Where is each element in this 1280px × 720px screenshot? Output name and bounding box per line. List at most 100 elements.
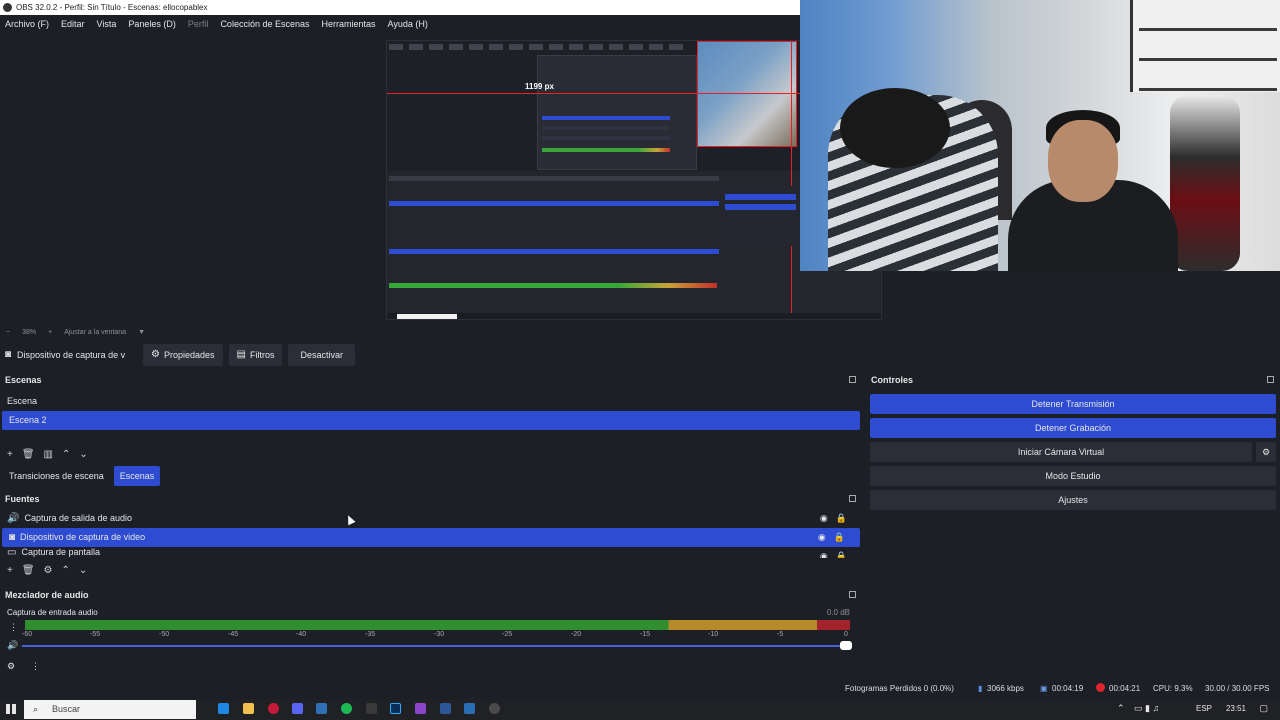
controls-dock: Controles Detener Transmisión Detener Gr… <box>866 372 1280 677</box>
obs-icon[interactable] <box>489 703 500 714</box>
menu-editar[interactable]: Editar <box>61 19 85 29</box>
properties-label: Propiedades <box>163 350 215 360</box>
stop-stream-button[interactable]: Detener Transmisión <box>870 394 1276 414</box>
discord-icon[interactable] <box>292 703 303 714</box>
move-down-icon[interactable]: ⌄ <box>79 565 87 576</box>
chevron-down-icon[interactable]: ▼ <box>138 329 145 336</box>
move-up-icon[interactable]: ⌃ <box>62 449 70 460</box>
mixer-settings-icon[interactable]: ⚙ <box>7 661 15 672</box>
fps: 30.00 / 30.00 FPS <box>1205 684 1270 693</box>
steam-icon[interactable] <box>316 703 327 714</box>
scene-item-selected[interactable]: Escena 2 <box>2 411 860 430</box>
record-time: 00:04:21 <box>1109 684 1141 693</box>
visibility-eye-icon[interactable]: ◉ <box>820 509 828 528</box>
nested-controls <box>723 186 798 246</box>
windows-start-icon[interactable] <box>6 704 16 714</box>
webcam-source[interactable] <box>800 0 1280 271</box>
notification-icon[interactable]: ▢ <box>1259 703 1268 714</box>
lock-icon[interactable]: 🔒 <box>834 528 845 547</box>
menu-ayuda[interactable]: Ayuda (H) <box>388 19 428 29</box>
move-up-icon[interactable]: ⌃ <box>62 565 70 576</box>
taskbar-search[interactable]: ⌕ Buscar <box>24 700 196 719</box>
copilot-icon[interactable] <box>218 703 229 714</box>
move-down-icon[interactable]: ⌄ <box>79 449 87 460</box>
scenes-toolbar: + 🗑 ▥ ⌃ ⌄ <box>0 444 862 464</box>
studio-mode-button[interactable]: Modo Estudio <box>870 466 1276 486</box>
webcam-shelf <box>1130 0 1280 92</box>
nested-taskbar-search <box>397 314 457 319</box>
photoshop-icon[interactable] <box>390 703 401 714</box>
source-properties-icon[interactable]: ⚙ <box>44 565 53 576</box>
source-item-selected[interactable]: ◙ Dispositivo de captura de video ◉ 🔒 <box>2 528 860 547</box>
scene-item[interactable]: Escena <box>0 392 862 411</box>
mixer-title: Mezclador de audio <box>0 587 862 603</box>
properties-button[interactable]: ⚙ Propiedades <box>143 344 223 366</box>
start-virtual-camera-button[interactable]: Iniciar Cámara Virtual <box>870 442 1252 462</box>
menu-vista[interactable]: Vista <box>97 19 117 29</box>
word-icon[interactable] <box>440 703 451 714</box>
dropped-frames: Fotogramas Perdidos 0 (0.0%) <box>845 684 954 693</box>
monitor-icon: ▭ <box>7 547 17 558</box>
settings-button[interactable]: Ajustes <box>870 490 1276 510</box>
delete-icon[interactable]: 🗑 <box>22 449 35 460</box>
mute-speaker-icon[interactable]: 🔊 <box>7 640 18 651</box>
search-placeholder: Buscar <box>52 704 81 714</box>
undock-icon[interactable] <box>849 495 856 502</box>
undock-icon[interactable] <box>849 591 856 598</box>
volume-slider-handle[interactable] <box>840 641 852 650</box>
fit-window-label[interactable]: Ajustar a la ventana <box>64 329 126 336</box>
app-icon[interactable] <box>366 703 377 714</box>
source-item[interactable]: 🔊 Captura de salida de audio ◉ 🔒 <box>0 509 862 528</box>
menu-archivo[interactable]: Archivo (F) <box>5 19 49 29</box>
visibility-eye-icon[interactable]: ◉ <box>820 547 828 558</box>
source-item[interactable]: ▭ Captura de pantalla ◉ 🔒 <box>0 547 862 558</box>
steam-icon[interactable] <box>464 703 475 714</box>
filters-button[interactable]: ▤ Filtros <box>228 344 283 366</box>
undock-icon[interactable] <box>1267 376 1274 383</box>
language-indicator[interactable]: ESP <box>1196 704 1212 713</box>
add-icon[interactable]: + <box>7 565 13 576</box>
meter-tick: -5 <box>777 631 784 638</box>
opera-icon[interactable] <box>268 703 279 714</box>
webcam-person-face <box>1048 120 1118 202</box>
lock-icon[interactable]: 🔒 <box>836 509 847 528</box>
menu-paneles[interactable]: Paneles (D) <box>128 19 176 29</box>
source-context-bar: ◙ Dispositivo de captura de v ⚙ Propieda… <box>0 342 1280 368</box>
tab-transitions[interactable]: Transiciones de escena <box>3 466 110 486</box>
windows-taskbar: ⌕ Buscar ⌃ ▭ ▮ ♫ ESP 23:51 ▢ <box>0 699 1280 720</box>
guide-line-vertical <box>791 41 792 319</box>
context-source-name: Dispositivo de captura de v <box>17 350 126 360</box>
controls-title-text: Controles <box>871 375 914 385</box>
deactivate-button[interactable]: Desactivar <box>288 344 355 366</box>
spotify-icon[interactable] <box>341 703 352 714</box>
menu-herramientas[interactable]: Herramientas <box>322 19 376 29</box>
stop-record-button[interactable]: Detener Grabación <box>870 418 1276 438</box>
zoom-level: 38% <box>22 328 37 336</box>
clock[interactable]: 23:51 <box>1226 704 1246 713</box>
zoom-in-icon[interactable]: + <box>48 329 52 336</box>
menu-perfil[interactable]: Perfil <box>188 19 209 29</box>
zoom-out-icon[interactable]: − <box>6 329 10 336</box>
visibility-eye-icon[interactable]: ◉ <box>818 528 826 547</box>
meter-tick: -20 <box>571 631 582 638</box>
file-explorer-icon[interactable] <box>243 703 254 714</box>
meter-tick: -60 <box>22 631 33 638</box>
menu-coleccion-escenas[interactable]: Colección de Escenas <box>220 19 309 29</box>
mixer-menu-icon[interactable]: ⋮ <box>31 661 40 672</box>
bitrate: 3066 kbps <box>987 684 1024 693</box>
virtual-camera-settings-gear-icon[interactable]: ⚙ <box>1256 442 1276 462</box>
preview-zoom-bar: − 38% + Ajustar a la ventana ▼ <box>0 325 1280 339</box>
app-icon[interactable] <box>415 703 426 714</box>
undock-icon[interactable] <box>849 376 856 383</box>
add-icon[interactable]: + <box>7 449 13 460</box>
lock-icon[interactable]: 🔒 <box>836 547 847 558</box>
tab-scenes[interactable]: Escenas <box>113 466 161 486</box>
tray-chevron-icon[interactable]: ⌃ <box>1117 703 1125 714</box>
tray-icons[interactable]: ▭ ▮ ♫ <box>1134 703 1159 714</box>
scene-filters-icon[interactable]: ▥ <box>44 449 53 460</box>
delete-icon[interactable]: 🗑 <box>22 565 35 576</box>
mixer-channel-name: Captura de entrada audio <box>7 608 98 617</box>
more-options-icon[interactable]: ⋮ <box>9 622 18 633</box>
volume-slider[interactable] <box>22 641 852 650</box>
source-label: Dispositivo de captura de video <box>20 532 146 542</box>
